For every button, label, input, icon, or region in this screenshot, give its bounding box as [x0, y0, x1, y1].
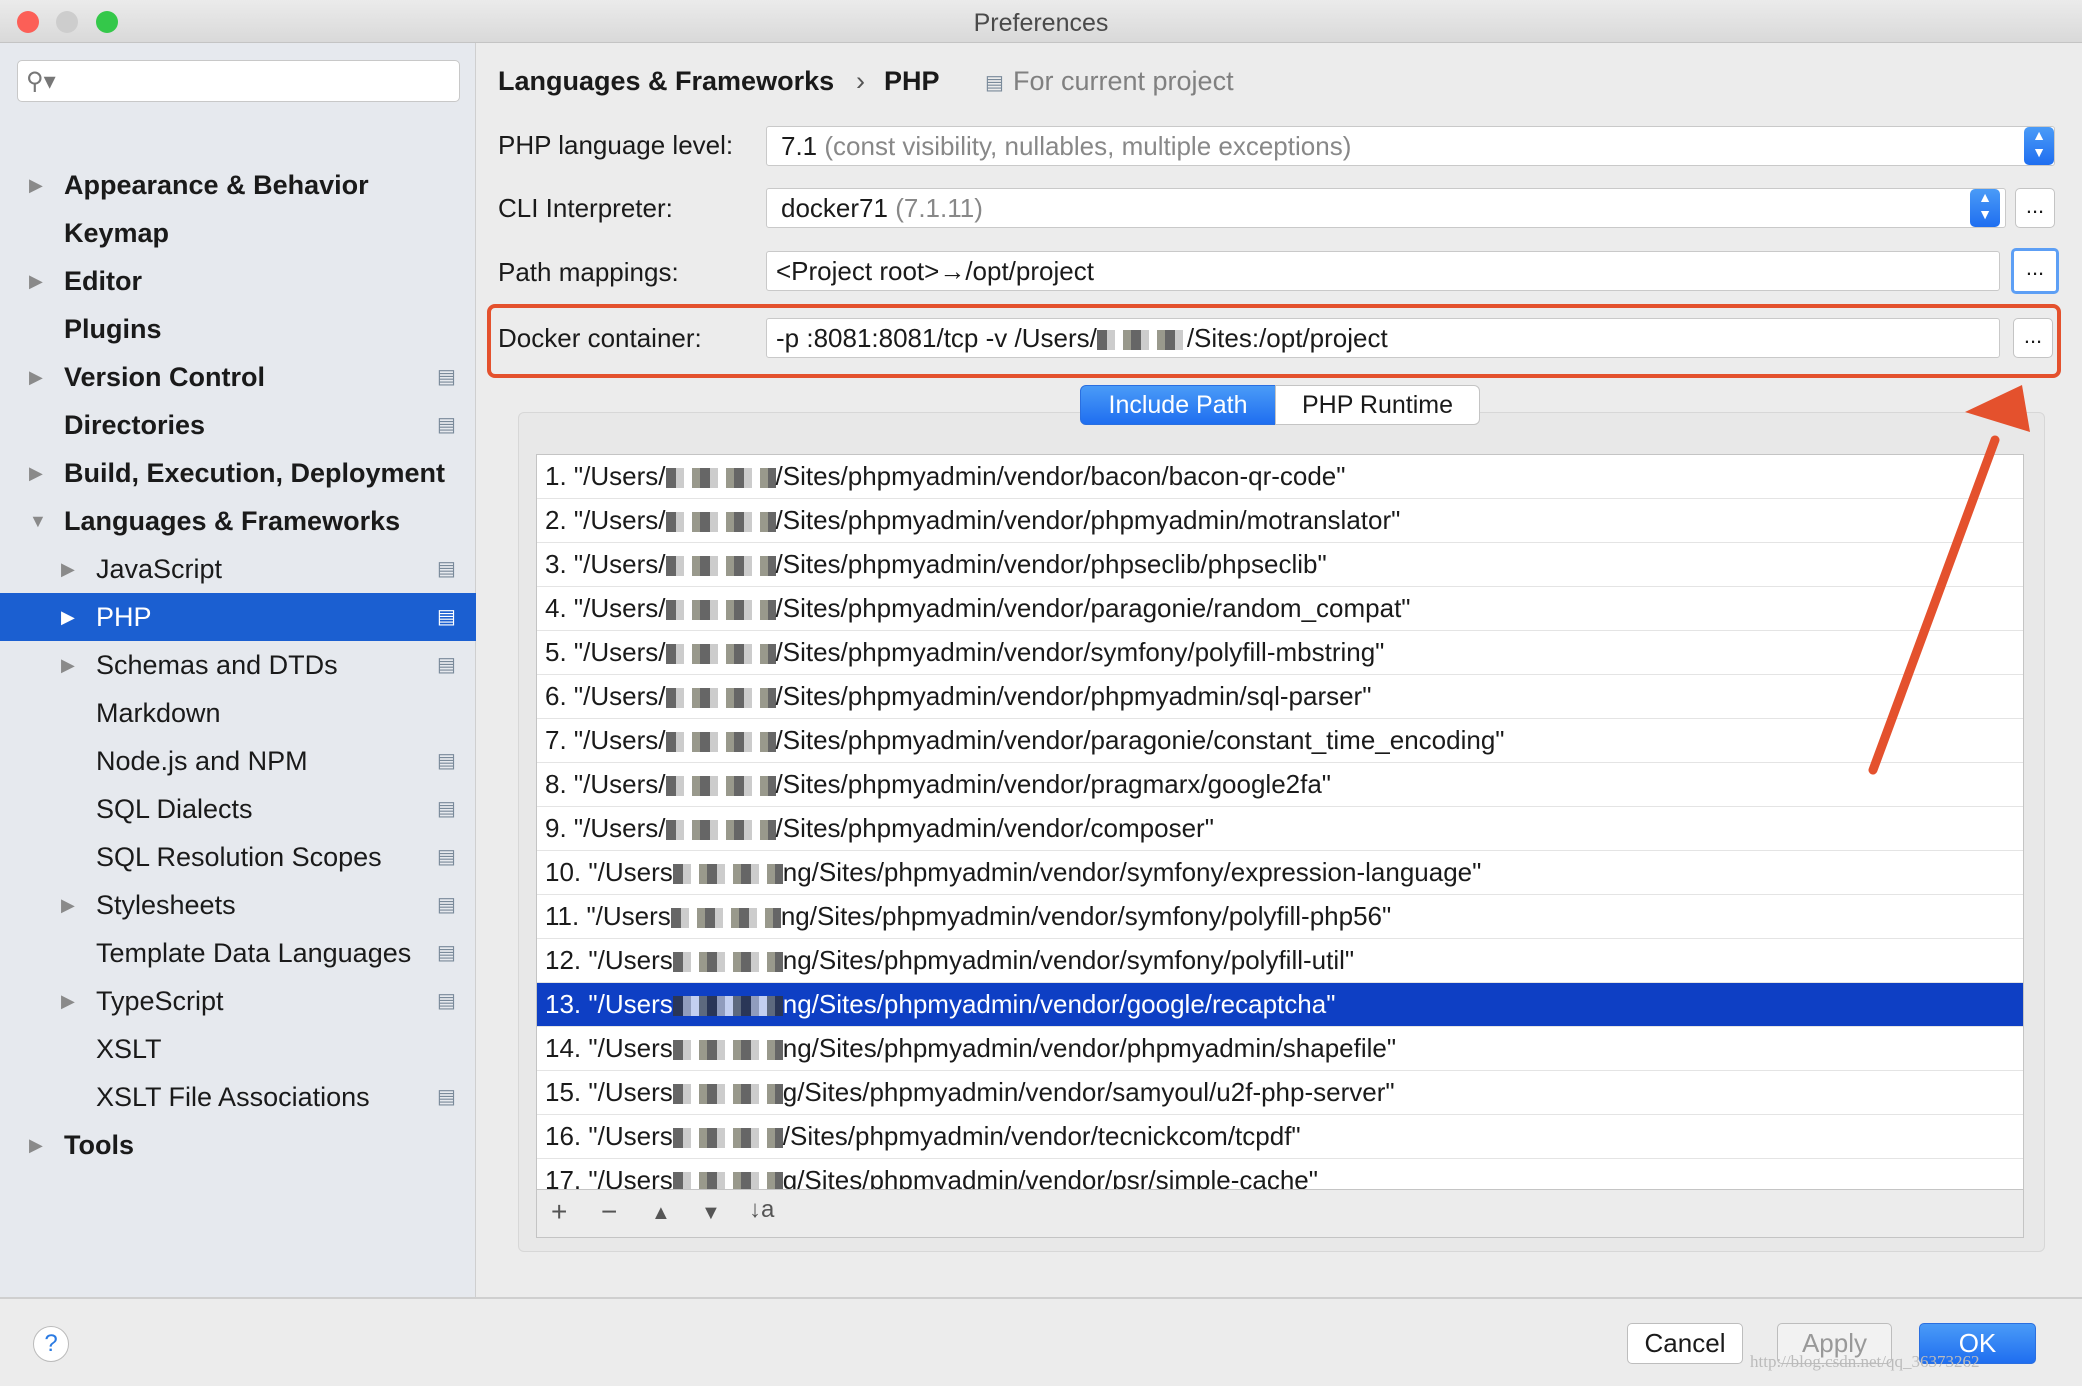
cancel-button[interactable]: Cancel	[1627, 1323, 1743, 1364]
arrow-head	[1965, 385, 2030, 432]
footer-divider	[0, 1297, 2082, 1299]
help-button[interactable]: ?	[33, 1326, 69, 1362]
arrow-shaft	[1868, 435, 2000, 775]
watermark: http://blog.csdn.net/qq_36373262	[1750, 1352, 1980, 1371]
annotation-arrow	[1868, 385, 2030, 775]
